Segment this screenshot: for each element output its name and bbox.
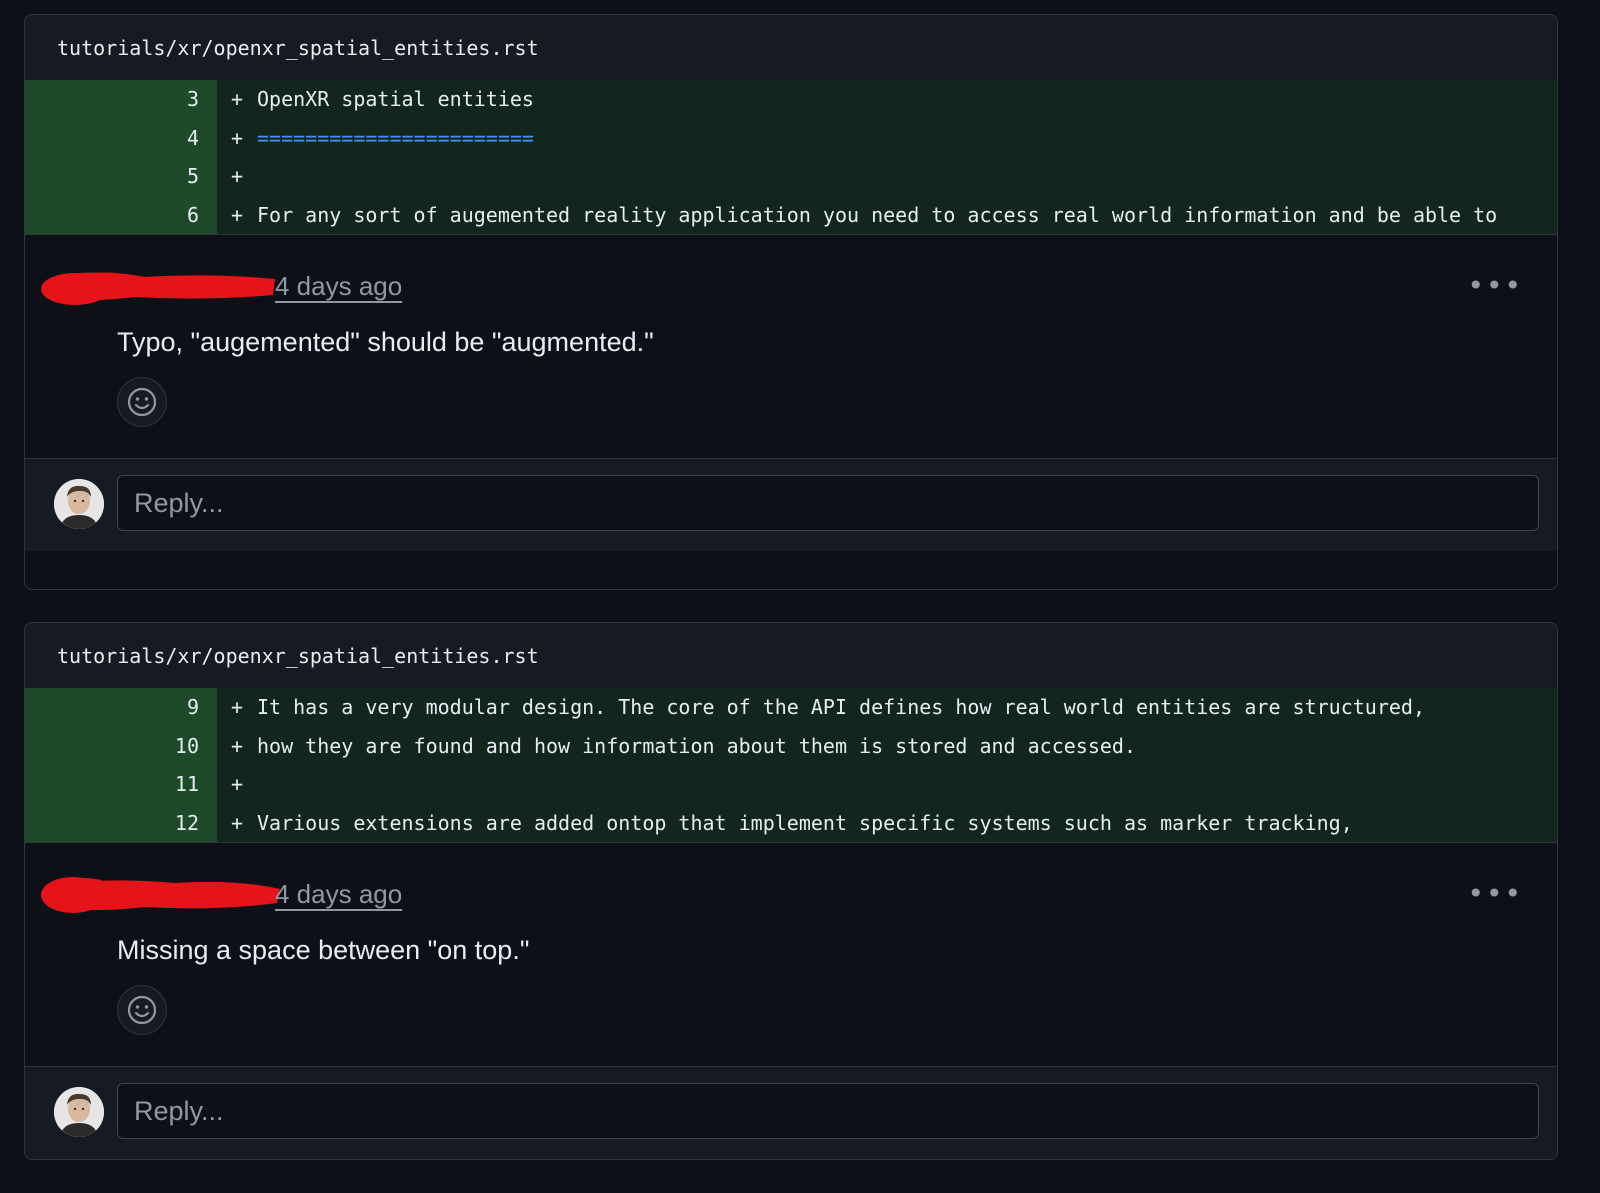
diff-text: ======================= [257,125,534,150]
review-comment: 4 days ago ••• Typo, "augemented" should… [25,234,1557,458]
diff-text: It has a very modular design. The core o… [257,695,1425,719]
review-comment: 4 days ago ••• Missing a space between "… [25,842,1557,1066]
file-path-header[interactable]: tutorials/xr/openxr_spatial_entities.rst [25,623,1557,688]
smiley-icon [127,387,157,417]
diff-line: 12 + Various extensions are added ontop t… [25,803,1557,842]
line-number: 10 [25,726,217,765]
diff-hunk: 9 + It has a very modular design. The cor… [25,688,1557,842]
diff-line: 11 + [25,765,1557,804]
diff-sign: + [231,772,244,796]
reply-bar [25,458,1557,551]
line-number: 11 [25,765,217,804]
diff-line: 9 + It has a very modular design. The cor… [25,688,1557,727]
file-path[interactable]: tutorials/xr/openxr_spatial_entities.rst [57,644,539,668]
comment-timestamp[interactable]: 4 days ago [275,879,402,910]
comment-timestamp[interactable]: 4 days ago [275,271,402,302]
line-number: 3 [25,80,217,119]
file-path[interactable]: tutorials/xr/openxr_spatial_entities.rst [57,36,539,60]
diff-sign: + [231,164,244,188]
line-number: 12 [25,803,217,842]
comment-body: Typo, "augemented" should be "augmented.… [117,327,654,357]
kebab-horizontal-icon[interactable]: ••• [1467,269,1523,302]
line-number: 5 [25,157,217,196]
redacted-author [41,272,275,305]
diff-sign: + [231,695,244,719]
diff-sign: + [231,87,244,111]
diff-line: 3 + OpenXR spatial entities [25,80,1557,119]
diff-sign: + [231,810,244,835]
diff-text: OpenXR spatial entities [257,87,534,111]
diff-text: how they are found and how information a… [257,733,1136,758]
file-path-header[interactable]: tutorials/xr/openxr_spatial_entities.rst [25,15,1557,80]
comment-body: Missing a space between "on top." [117,935,530,965]
diff-text: For any sort of augemented reality appli… [257,202,1498,227]
diff-text [257,765,1533,804]
add-reaction-button[interactable] [117,377,167,427]
diff-text: Various extensions are added ontop that … [257,810,1353,835]
line-number: 9 [25,688,217,727]
diff-text [257,157,1533,196]
reply-bar [25,1066,1557,1159]
diff-sign: + [231,125,244,150]
review-thread-1: tutorials/xr/openxr_spatial_entities.rst… [24,14,1558,590]
diff-line: 4 + ======================= [25,118,1557,157]
reply-input[interactable] [117,475,1539,531]
add-reaction-button[interactable] [117,985,167,1035]
line-number: 4 [25,118,217,157]
review-thread-2: tutorials/xr/openxr_spatial_entities.rst… [24,622,1558,1160]
reply-input[interactable] [117,1083,1539,1139]
user-avatar [54,1087,104,1137]
kebab-horizontal-icon[interactable]: ••• [1467,877,1523,910]
diff-line: 5 + [25,157,1557,196]
diff-hunk: 3 + OpenXR spatial entities 4 + ==========… [25,80,1557,234]
redacted-author [40,877,280,913]
diff-sign: + [231,202,244,227]
smiley-icon [127,995,157,1025]
diff-sign: + [231,733,244,758]
line-number: 6 [25,195,217,234]
user-avatar [54,479,104,529]
diff-line: 6 + For any sort of augemented reality ap… [25,195,1557,234]
diff-line: 10 + how they are found and how informati… [25,726,1557,765]
